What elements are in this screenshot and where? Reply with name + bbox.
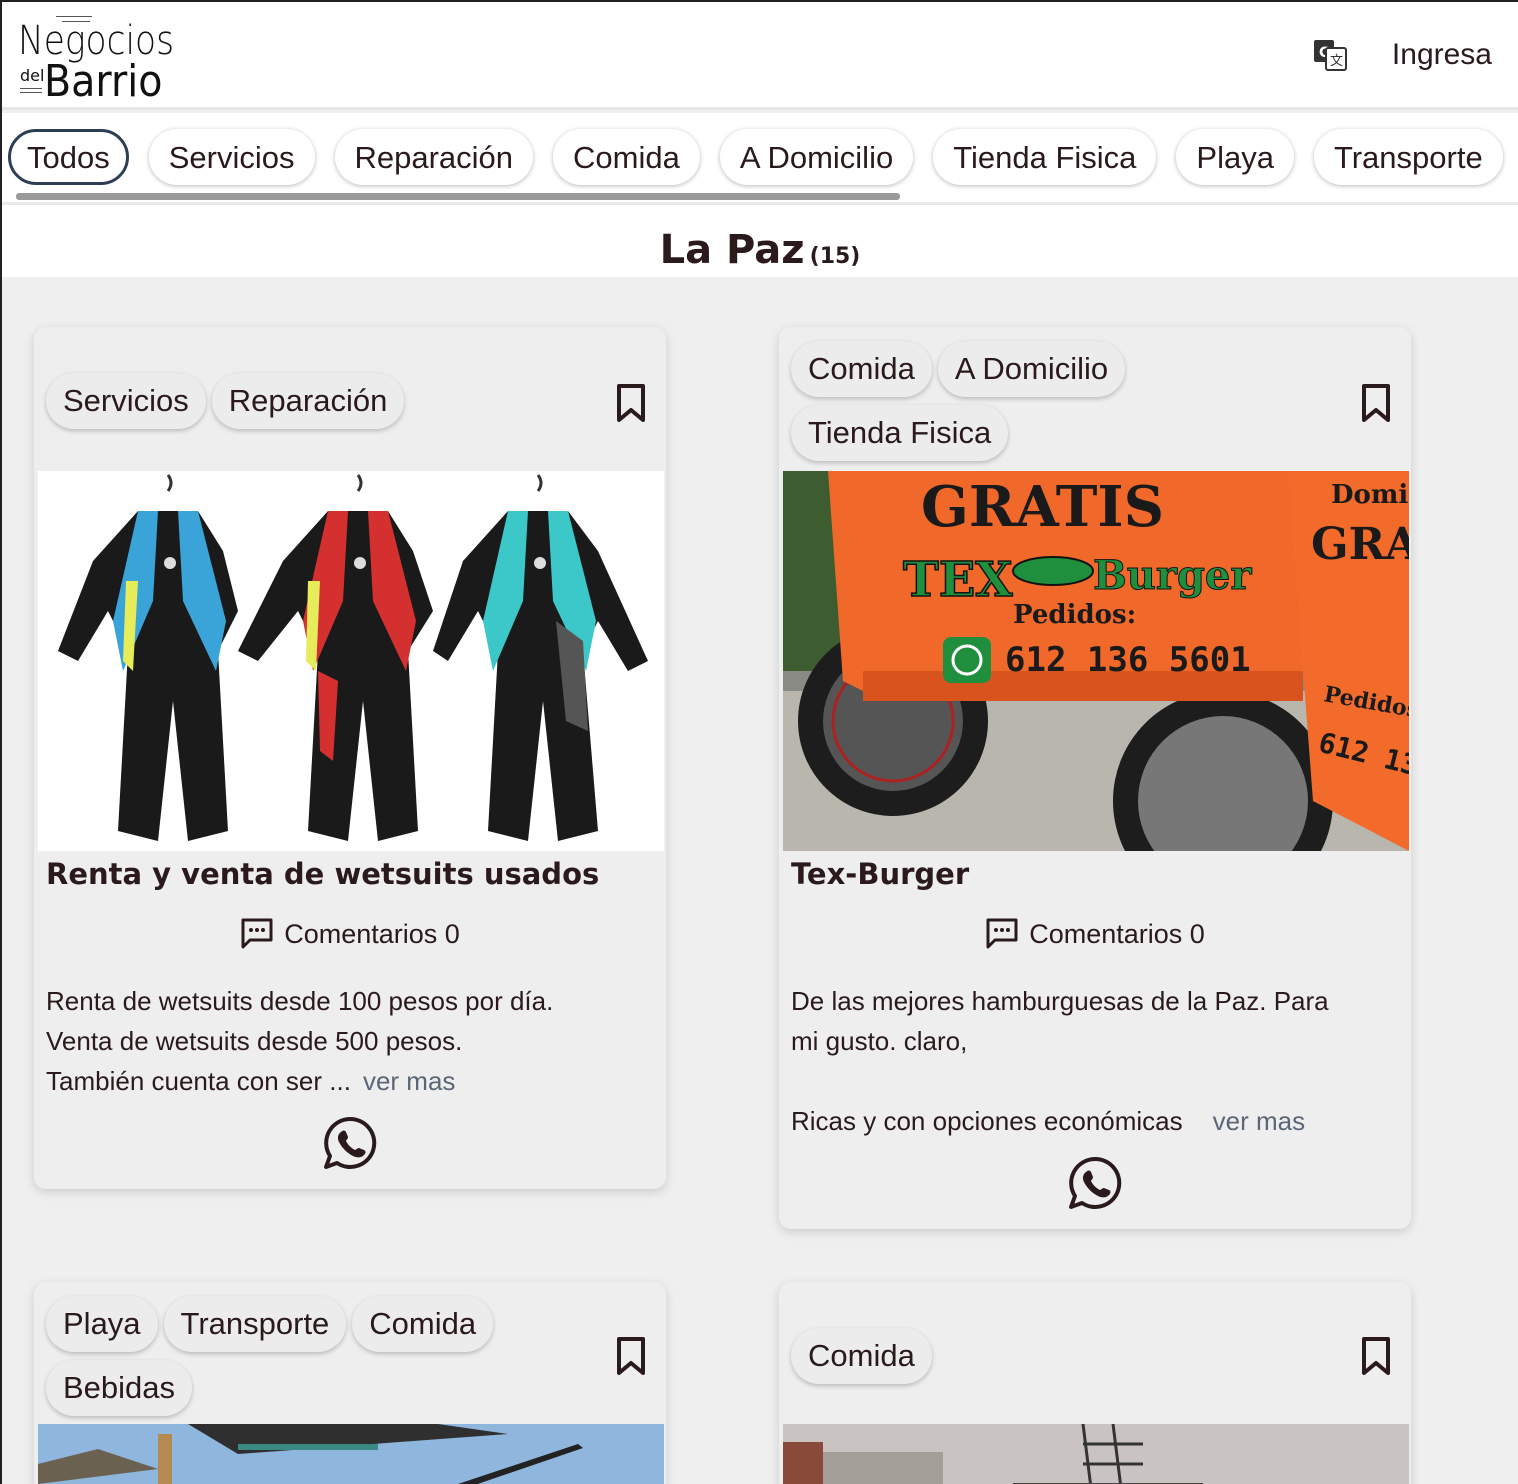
- description-line: mi gusto. claro,: [791, 1026, 968, 1056]
- image-text-pedidos: Pedidos:: [1013, 600, 1136, 630]
- business-card[interactable]: Comida A Domicilio Tienda Fisica GRATIS …: [779, 327, 1411, 1229]
- bookmark-icon[interactable]: [614, 383, 648, 423]
- category-chip-playa[interactable]: Playa: [1176, 129, 1294, 185]
- whatsapp-icon[interactable]: [1067, 1155, 1123, 1211]
- description-line: Renta de wetsuits desde 100 pesos por dí…: [46, 986, 554, 1016]
- business-count: (15): [809, 244, 861, 269]
- description-line: También cuenta con ser ...: [46, 1066, 351, 1096]
- business-description: Renta de wetsuits desde 100 pesos por dí…: [46, 981, 646, 1101]
- image-text-gratis: GRATIS: [921, 474, 1164, 540]
- tag-chip[interactable]: Comida: [791, 1328, 932, 1384]
- category-chip-transporte[interactable]: Transporte: [1313, 129, 1503, 185]
- business-image[interactable]: [38, 471, 664, 851]
- comments-link[interactable]: Comentarios 0: [779, 917, 1411, 950]
- image-text-side-grat: GRAT: [1311, 519, 1409, 570]
- logo-text-del: del: [20, 66, 45, 85]
- card-tags: Playa Transporte Comida Bebidas: [46, 1296, 546, 1416]
- login-link[interactable]: Ingresa: [1392, 38, 1492, 72]
- business-card[interactable]: Servicios Reparación Renta y venta de we…: [34, 327, 666, 1189]
- tag-chip[interactable]: Transporte: [163, 1296, 347, 1352]
- tag-chip[interactable]: Comida: [352, 1296, 494, 1352]
- description-line: [791, 1061, 1391, 1101]
- category-chip-comida[interactable]: Comida: [553, 129, 700, 185]
- read-more-link[interactable]: ver mas: [1213, 1106, 1305, 1136]
- business-card[interactable]: Playa Transporte Comida Bebidas: [34, 1282, 666, 1484]
- tag-chip[interactable]: Servicios: [46, 373, 206, 429]
- city-name: La Paz: [659, 227, 805, 273]
- comments-count: Comentarios 0: [284, 919, 460, 949]
- image-text-side-domi: Domi: [1331, 480, 1408, 510]
- description-line: Ricas y con opciones económicas: [791, 1106, 1183, 1136]
- business-image[interactable]: GRATIS TEX Burger Pedidos: 612 136 5601 …: [783, 471, 1409, 851]
- tag-chip[interactable]: Comida: [791, 341, 932, 397]
- top-header: Negocios del Barrio G 文 Ingresa: [2, 2, 1518, 110]
- image-text-phone: 612 136 5601: [1005, 640, 1251, 680]
- tag-chip[interactable]: Bebidas: [46, 1360, 193, 1416]
- tag-chip[interactable]: Reparación: [211, 373, 405, 429]
- category-chip-a-domicilio[interactable]: A Domicilio: [719, 129, 914, 185]
- bookmark-icon[interactable]: [1359, 383, 1393, 423]
- whatsapp-icon[interactable]: [322, 1115, 378, 1171]
- category-chip-servicios[interactable]: Servicios: [148, 129, 315, 185]
- comment-icon: [986, 918, 1018, 949]
- card-tags: Comida: [791, 1328, 1291, 1384]
- category-bar: Todos Servicios Reparación Comida A Domi…: [2, 113, 1518, 205]
- bookmark-icon[interactable]: [1359, 1336, 1393, 1376]
- comments-count: Comentarios 0: [1029, 919, 1205, 949]
- horizontal-scrollbar[interactable]: [16, 193, 900, 200]
- category-chips: Todos Servicios Reparación Comida A Domi…: [8, 129, 1503, 185]
- comment-icon: [241, 918, 273, 949]
- tag-chip[interactable]: A Domicilio: [937, 341, 1126, 397]
- bookmark-icon[interactable]: [614, 1336, 648, 1376]
- business-title[interactable]: Tex-Burger: [791, 857, 969, 891]
- page-title: La Paz (15): [2, 205, 1518, 277]
- wetsuit-illustration: [58, 474, 648, 841]
- description-line: Venta de wetsuits desde 500 pesos.: [46, 1026, 463, 1056]
- tag-chip[interactable]: Tienda Fisica: [791, 405, 1009, 461]
- card-tags: Servicios Reparación: [46, 373, 546, 429]
- comments-link[interactable]: Comentarios 0: [34, 917, 666, 950]
- business-image[interactable]: [783, 1424, 1409, 1484]
- business-card[interactable]: Comida: [779, 1282, 1411, 1484]
- description-line: De las mejores hamburguesas de la Paz. P…: [791, 986, 1329, 1016]
- image-text-burger: Burger: [1093, 552, 1252, 599]
- read-more-link[interactable]: ver mas: [363, 1066, 455, 1096]
- card-tags: Comida A Domicilio Tienda Fisica: [791, 341, 1291, 461]
- svg-text:文: 文: [1330, 54, 1343, 69]
- category-chip-reparacion[interactable]: Reparación: [334, 129, 534, 185]
- tag-chip[interactable]: Playa: [46, 1296, 158, 1352]
- image-text-tex: TEX: [903, 552, 1013, 608]
- translate-icon[interactable]: G 文: [1312, 38, 1348, 74]
- category-chip-tienda-fisica[interactable]: Tienda Fisica: [933, 129, 1157, 185]
- category-chip-todos[interactable]: Todos: [8, 129, 129, 185]
- site-logo[interactable]: Negocios del Barrio: [16, 10, 176, 107]
- business-title[interactable]: Renta y venta de wetsuits usados: [46, 857, 599, 891]
- business-image[interactable]: [38, 1424, 664, 1484]
- business-description: De las mejores hamburguesas de la Paz. P…: [791, 981, 1391, 1141]
- logo-text-barrio: Barrio: [44, 56, 163, 107]
